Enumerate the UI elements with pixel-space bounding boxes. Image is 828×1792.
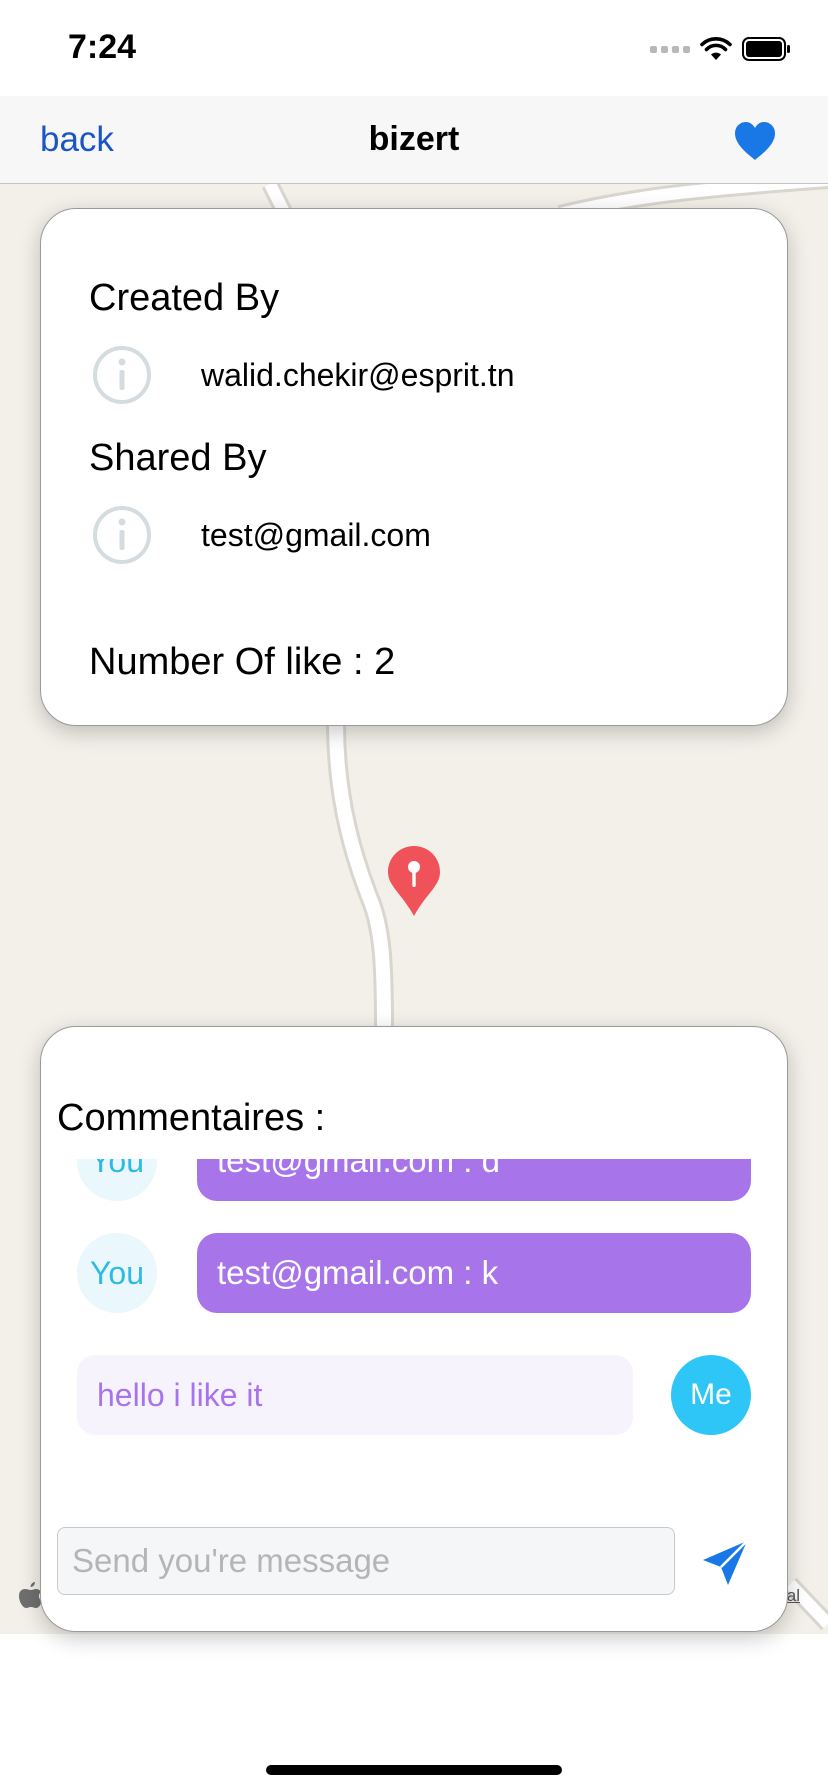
battery-icon [742, 37, 790, 61]
home-indicator[interactable] [266, 1765, 562, 1775]
app-screen: 7:24 back bizert Created By walid.chekir… [0, 0, 828, 1792]
avatar: You [77, 1233, 157, 1313]
page-title: bizert [368, 120, 460, 158]
wifi-icon [700, 37, 732, 60]
created-by-value: walid.chekir@esprit.tn [201, 356, 515, 393]
info-circle-icon [93, 346, 151, 404]
place-info-card: Created By walid.chekir@esprit.tn Shared… [40, 208, 788, 726]
shared-by-row: test@gmail.com [91, 503, 431, 567]
shared-by-title: Shared By [89, 437, 267, 479]
comment-bubble: test@gmail.com : d [197, 1159, 751, 1201]
navigation-bar: back bizert [0, 96, 828, 184]
info-circle-icon [93, 506, 151, 564]
likes-count: Number Of like : 2 [89, 641, 396, 683]
status-bar: 7:24 [0, 0, 828, 96]
paper-plane-icon [703, 1540, 748, 1585]
status-time: 7:24 [68, 28, 137, 66]
shared-by-value: test@gmail.com [201, 516, 431, 553]
status-icons [650, 34, 792, 64]
heart-icon[interactable] [732, 120, 778, 162]
comments-list[interactable]: You test@gmail.com : d You test@gmail.co… [41, 1159, 787, 1479]
send-button[interactable] [697, 1535, 753, 1591]
map-pin-icon[interactable] [384, 844, 444, 918]
created-by-title: Created By [89, 277, 280, 319]
created-by-row: walid.chekir@esprit.tn [91, 343, 514, 407]
comments-title: Commentaires : [57, 1097, 326, 1139]
avatar: You [77, 1159, 157, 1201]
comment-bubble: test@gmail.com : k [197, 1233, 751, 1313]
message-input[interactable] [57, 1527, 675, 1595]
my-avatar: Me [671, 1355, 751, 1435]
comments-card: Commentaires : You test@gmail.com : d Yo… [40, 1026, 788, 1632]
cellular-signal-icon [650, 45, 690, 53]
my-comment-bubble: hello i like it [77, 1355, 633, 1435]
